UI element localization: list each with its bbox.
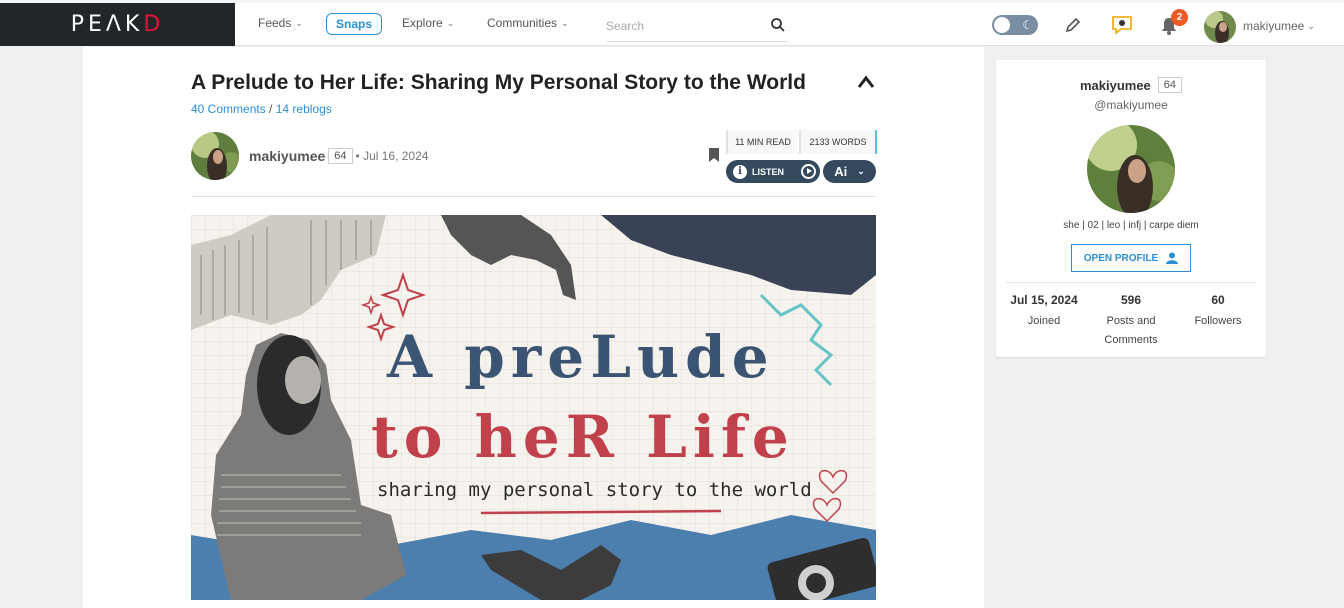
search-input[interactable] <box>606 12 766 40</box>
profile-divider <box>1006 282 1256 283</box>
profile-avatar[interactable] <box>1087 125 1175 213</box>
open-profile-button[interactable]: OPEN PROFILE <box>1071 244 1191 272</box>
comments-link[interactable]: 40 Comments <box>191 102 266 116</box>
nav-feeds-menu[interactable]: Feeds ⌄ <box>258 16 303 30</box>
dark-mode-toggle[interactable]: ☾ <box>992 15 1038 35</box>
read-time-stat: 11 MIN READ <box>726 130 798 154</box>
hero-subtitle: sharing my personal story to the world <box>377 479 812 501</box>
nav-explore-menu[interactable]: Explore ⌄ <box>402 16 454 30</box>
search-icon[interactable] <box>770 17 786 33</box>
reblogs-link[interactable]: 14 reblogs <box>276 102 332 116</box>
bookmark-icon[interactable] <box>709 148 719 162</box>
profile-handle: @makiyumee <box>1094 98 1168 112</box>
nav-communities-menu[interactable]: Communities ⌄ <box>487 16 569 30</box>
joined-label: Joined <box>1027 315 1061 327</box>
play-icon <box>801 164 817 179</box>
hero-title-line2: to heR Life <box>371 403 795 471</box>
nav-explore-label: Explore <box>402 16 443 30</box>
info-icon: i <box>733 164 747 179</box>
followers-value: 60 <box>1211 293 1225 307</box>
author-line: makiyumee 64 • Jul 16, 2024 <box>249 148 428 164</box>
notification-badge: 2 <box>1171 9 1188 26</box>
author-avatar[interactable] <box>191 132 239 180</box>
hero-title-line1: A preLude <box>386 323 775 391</box>
post-date: • Jul 16, 2024 <box>355 149 429 163</box>
reputation-badge: 64 <box>328 148 353 164</box>
top-navbar: PEΛKD Feeds ⌄ Snaps Explore ⌄ Communitie… <box>0 0 1344 46</box>
peakd-logo[interactable]: PEΛKD <box>0 3 235 46</box>
posts-stat: 596 Posts and Comments <box>1091 293 1171 350</box>
joined-stat: Jul 15, 2024 Joined <box>1004 293 1084 331</box>
post-divider <box>191 196 876 197</box>
profile-name[interactable]: makiyumee <box>1080 78 1151 93</box>
search-bar <box>606 12 788 42</box>
user-avatar[interactable] <box>1204 11 1236 43</box>
posts-label: Posts and Comments <box>1104 315 1158 346</box>
ai-label: Ai <box>834 164 848 179</box>
pencil-icon[interactable] <box>1064 16 1082 34</box>
chevron-down-icon: ⌄ <box>561 17 569 28</box>
user-menu[interactable]: makiyumee ⌄ <box>1243 19 1315 33</box>
chevron-down-icon: ⌄ <box>446 17 455 28</box>
user-icon <box>1166 252 1179 264</box>
moon-icon: ☾ <box>1022 18 1033 32</box>
followers-stat: 60 Followers <box>1178 293 1258 331</box>
word-count-stat: 2133 WORDS <box>799 130 877 154</box>
chevron-up-icon[interactable] <box>856 74 876 90</box>
post-card: A Prelude to Her Life: Sharing My Person… <box>83 47 984 608</box>
profile-name-row: makiyumee 64 <box>996 77 1266 93</box>
listen-label: LISTEN <box>752 166 785 177</box>
profile-bio: she | 02 | leo | infj | carpe diem <box>1063 220 1199 231</box>
posts-value: 596 <box>1120 293 1142 307</box>
chevron-down-icon: ⌄ <box>295 17 303 28</box>
followers-label: Followers <box>1194 315 1242 327</box>
author-name[interactable]: makiyumee <box>249 148 325 164</box>
nav-username: makiyumee <box>1243 19 1305 33</box>
nav-communities-label: Communities <box>487 16 558 30</box>
profile-reputation-badge: 64 <box>1157 77 1183 93</box>
chat-icon[interactable] <box>1110 14 1134 36</box>
ai-button[interactable]: Ai ⌄ <box>823 160 876 183</box>
chevron-down-icon: ⌄ <box>1307 20 1315 31</box>
joined-value: Jul 15, 2024 <box>1010 293 1078 307</box>
listen-button[interactable]: i LISTEN <box>726 160 820 183</box>
nav-snaps-button[interactable]: Snaps <box>326 13 382 35</box>
nav-feeds-label: Feeds <box>258 16 292 30</box>
open-profile-label: OPEN PROFILE <box>1083 252 1159 264</box>
post-title: A Prelude to Her Life: Sharing My Person… <box>191 71 806 94</box>
chevron-down-icon: ⌄ <box>857 166 865 176</box>
hero-image: A preLude to heR Life sharing my persona… <box>191 215 876 600</box>
post-meta-links: 40 Comments / 14 reblogs <box>191 102 332 116</box>
toggle-knob <box>994 17 1010 33</box>
profile-card: makiyumee 64 @makiyumee she | 02 | leo |… <box>996 60 1266 357</box>
